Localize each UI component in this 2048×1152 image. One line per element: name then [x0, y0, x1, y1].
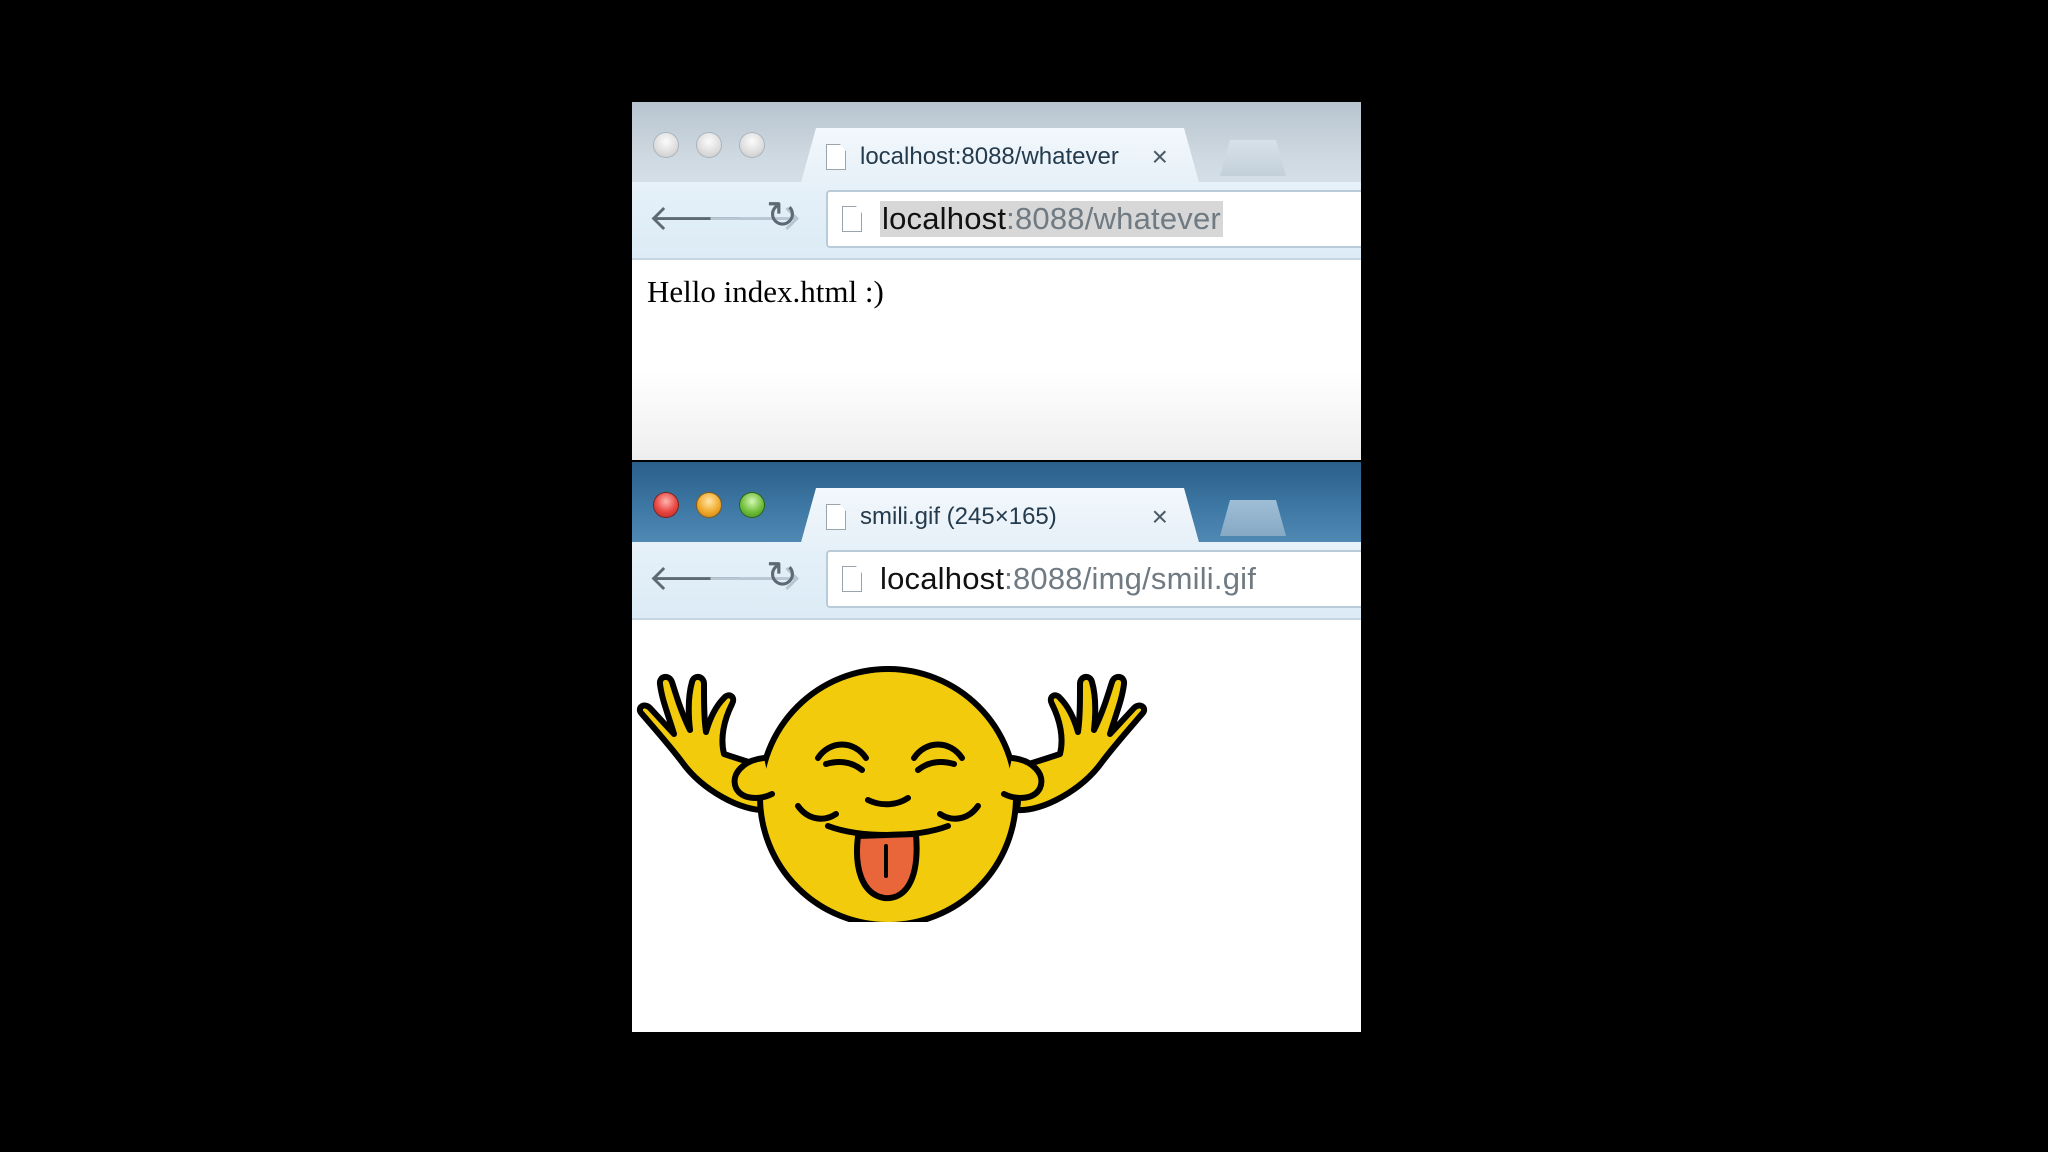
address-host: localhost [882, 201, 1007, 236]
page-content [632, 620, 1361, 1030]
page-icon [826, 504, 846, 530]
close-window-button[interactable] [654, 133, 678, 157]
address-bar[interactable]: localhost:8088/whatever [826, 190, 1361, 248]
zoom-window-button[interactable] [740, 493, 764, 517]
page-icon [842, 566, 862, 592]
browser-window-smili: smili.gif (245×165) × 🡐 🡒 ↻ localhost:80… [632, 462, 1361, 1032]
toolbar: 🡐 🡒 ↻ localhost:8088/whatever [632, 182, 1361, 260]
tab-close-icon[interactable]: × [1152, 503, 1168, 531]
tab-smili-gif[interactable]: smili.gif (245×165) × [800, 488, 1200, 546]
zoom-window-button[interactable] [740, 133, 764, 157]
address-path: :8088/img/smili.gif [1004, 561, 1257, 596]
address-path: :8088/whatever [1006, 201, 1221, 236]
address-text[interactable]: localhost:8088/whatever [880, 201, 1223, 237]
page-icon [826, 144, 846, 170]
new-tab-button[interactable] [1220, 500, 1286, 536]
reload-icon[interactable]: ↻ [766, 197, 798, 235]
screenshot-stage: localhost:8088/whatever × 🡐 🡒 ↻ localhos… [632, 102, 1361, 1032]
minimize-window-button[interactable] [697, 133, 721, 157]
page-icon [842, 206, 862, 232]
close-window-button[interactable] [654, 493, 678, 517]
address-text[interactable]: localhost:8088/img/smili.gif [880, 561, 1256, 597]
tab-whatever[interactable]: localhost:8088/whatever × [800, 128, 1200, 186]
tab-title: localhost:8088/whatever [860, 143, 1119, 170]
window-controls [654, 133, 764, 157]
minimize-window-button[interactable] [697, 493, 721, 517]
reload-icon[interactable]: ↻ [766, 557, 798, 595]
new-tab-button[interactable] [1220, 140, 1286, 176]
tab-title: smili.gif (245×165) [860, 503, 1057, 530]
page-content: Hello index.html :) [632, 260, 1361, 460]
window-controls [654, 493, 764, 517]
address-host: localhost [880, 561, 1005, 596]
toolbar: 🡐 🡒 ↻ localhost:8088/img/smili.gif [632, 542, 1361, 620]
browser-window-whatever: localhost:8088/whatever × 🡐 🡒 ↻ localhos… [632, 102, 1361, 462]
tab-close-icon[interactable]: × [1152, 143, 1168, 171]
address-bar[interactable]: localhost:8088/img/smili.gif [826, 550, 1361, 608]
title-bar: localhost:8088/whatever × [632, 102, 1361, 182]
smiley-face-image [636, 666, 1148, 922]
title-bar: smili.gif (245×165) × [632, 462, 1361, 542]
page-text: Hello index.html :) [647, 274, 884, 309]
